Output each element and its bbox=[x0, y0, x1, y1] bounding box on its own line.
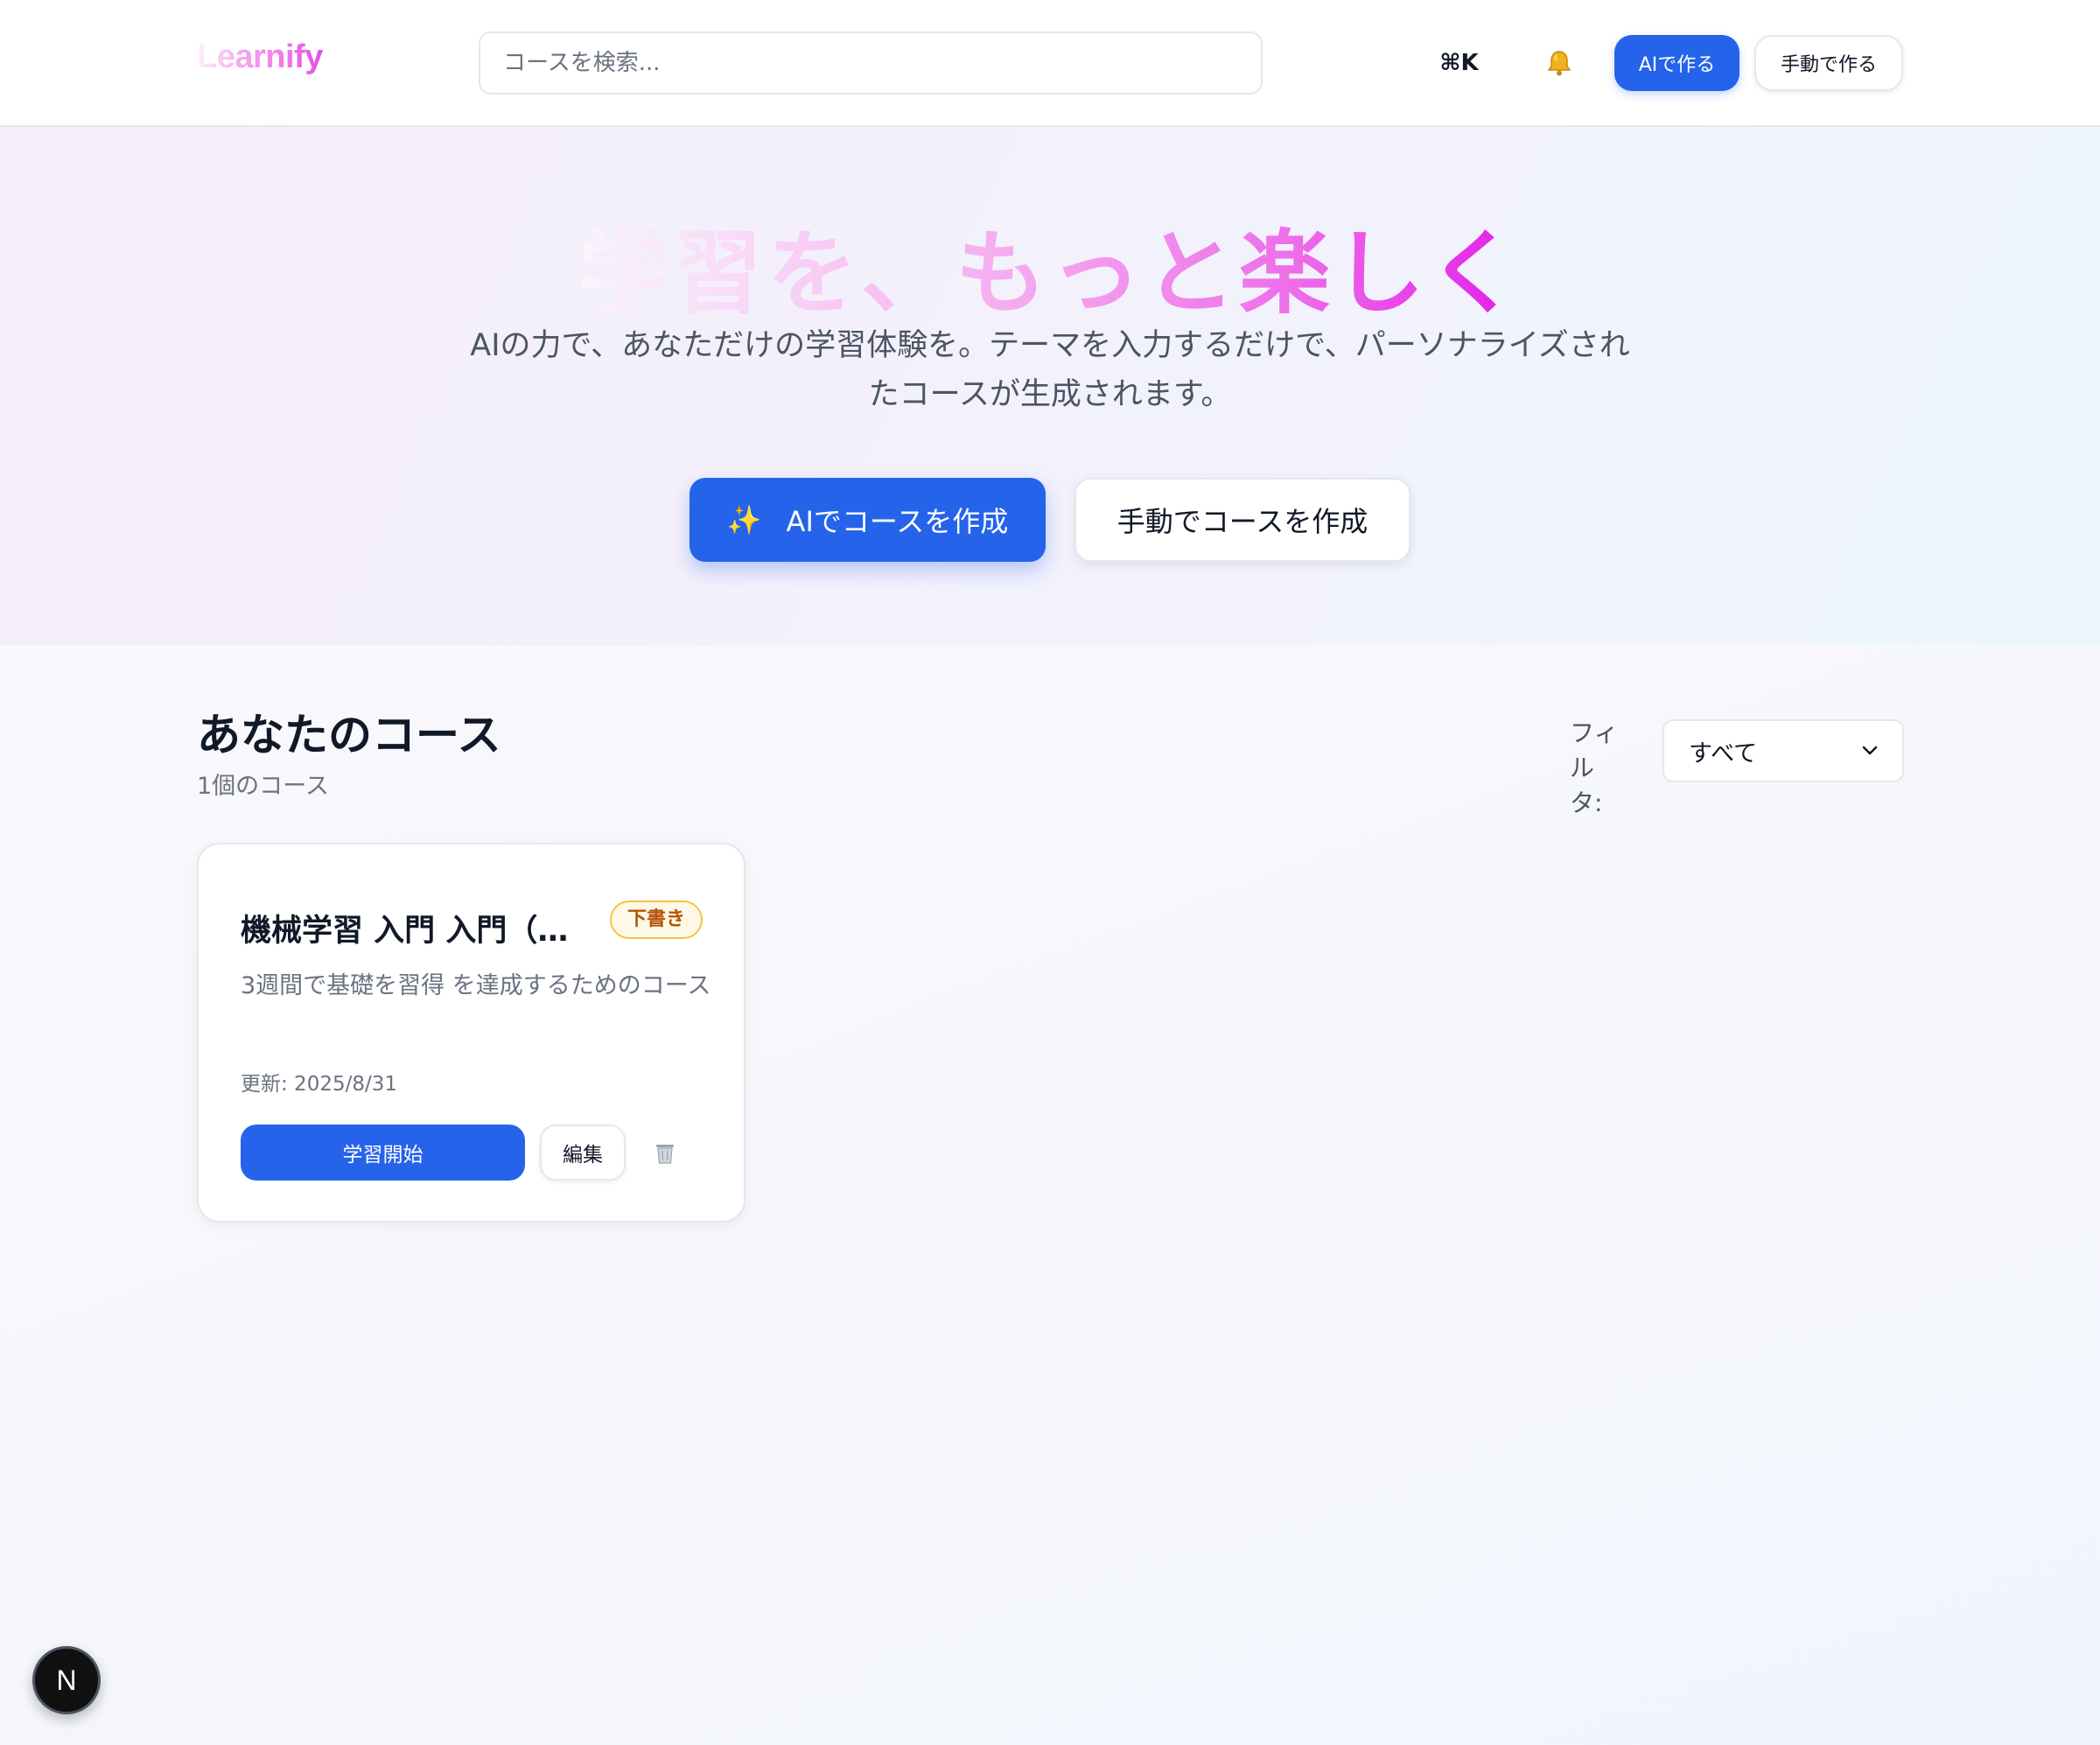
hero-section: 学習を、もっと楽しく AIの力で、あなただけの学習体験を。テーマを入力するだけで… bbox=[0, 127, 2100, 645]
hero-ai-create-label: AIでコースを作成 bbox=[786, 505, 1009, 538]
hero-subtitle: AIの力で、あなただけの学習体験を。テーマを入力するだけで、パーソナライズされた… bbox=[470, 328, 1630, 412]
hero-manual-create-button[interactable]: 手動でコースを作成 bbox=[1074, 478, 1410, 562]
dev-tools-badge[interactable]: N bbox=[32, 1646, 101, 1714]
course-updated-date: 更新: 2025/8/31 bbox=[241, 1073, 397, 1096]
search-input[interactable] bbox=[479, 32, 1263, 95]
course-description: 3週間で基礎を習得 を達成するためのコース bbox=[241, 972, 711, 999]
filter-select[interactable]: すべて bbox=[1662, 719, 1904, 782]
hero-ai-create-button[interactable]: ✨ AIでコースを作成 bbox=[690, 478, 1046, 562]
hero-title: 学習を、もっと楽しく bbox=[577, 220, 1522, 326]
filter-selected-value: すべて bbox=[1689, 739, 1758, 767]
courses-title: あなたのコース bbox=[197, 710, 501, 760]
courses-count: 1個のコース bbox=[197, 773, 329, 800]
sparkles-icon: ✨ bbox=[726, 503, 762, 536]
trash-icon[interactable] bbox=[649, 1137, 681, 1170]
status-badge: 下書き bbox=[610, 901, 704, 939]
start-learning-button[interactable]: 学習開始 bbox=[241, 1125, 525, 1181]
edit-course-button[interactable]: 編集 bbox=[540, 1125, 626, 1181]
ai-create-button[interactable]: AIで作る bbox=[1614, 35, 1740, 91]
course-title[interactable]: 機械学習 入門 入門（初級） bbox=[241, 906, 595, 950]
manual-create-button[interactable]: 手動で作る bbox=[1754, 35, 1903, 91]
filter-label: フィルタ: bbox=[1570, 718, 1619, 817]
command-shortcut[interactable]: ⌘K bbox=[1418, 47, 1501, 79]
course-card: 機械学習 入門 入門（初級） 下書き 3週間で基礎を習得 を達成するためのコース… bbox=[197, 843, 746, 1223]
app-logo[interactable]: Learnify bbox=[197, 39, 323, 76]
bell-icon[interactable] bbox=[1542, 44, 1577, 82]
chevron-down-icon bbox=[1862, 746, 1878, 755]
top-navbar: Learnify ⌘K AIで作る 手動で作る bbox=[0, 0, 2100, 127]
